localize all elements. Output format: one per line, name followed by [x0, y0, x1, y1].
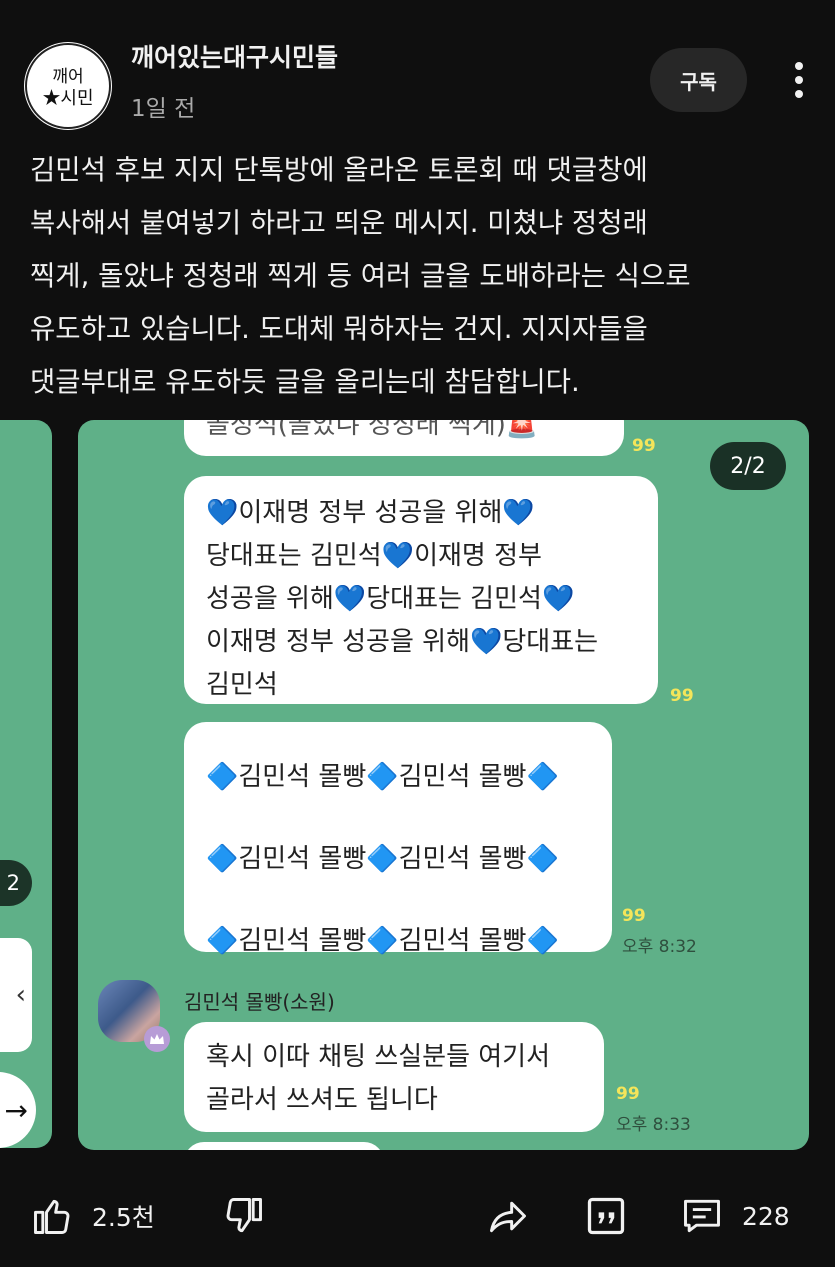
- post-text: 김민석 후보 지지 단톡방에 올라온 토론회 때 댓글창에 복사해서 붙여넣기 …: [30, 154, 691, 398]
- like-count: 2.5천: [92, 1203, 155, 1232]
- chat-bubble: 💙이재명 정부 성공을 위해💙 당대표는 김민석💙이재명 정부 성공을 위해💙당…: [184, 476, 658, 704]
- chat-bubble-partial: [184, 1142, 384, 1150]
- action-bar: 2.5천 228: [0, 1170, 835, 1267]
- carousel-prev-slide[interactable]: 2 ‹ →: [0, 420, 52, 1148]
- sender-name: 김민석 몰빵(소원): [184, 990, 335, 1014]
- comment-count: 228: [742, 1201, 790, 1231]
- arrow-right-icon[interactable]: →: [0, 1072, 36, 1148]
- subscribe-button[interactable]: 구독: [650, 48, 747, 112]
- comment-button[interactable]: 228: [680, 1194, 790, 1238]
- channel-logo: 깨어 ★시민: [25, 43, 111, 129]
- channel-name[interactable]: 깨어있는대구시민들: [131, 38, 338, 74]
- message-time: 오후 8:33: [616, 1115, 691, 1135]
- share-button[interactable]: [486, 1194, 530, 1238]
- read-count: 99: [670, 686, 694, 706]
- carousel-slide[interactable]: 돌정석(돌았냐 정청래 찍게)🚨 99 2/2 💙이재명 정부 성공을 위해💙 …: [78, 420, 809, 1150]
- crown-icon: [144, 1026, 170, 1052]
- more-vert-icon[interactable]: [784, 58, 814, 102]
- quote-icon: [587, 1197, 625, 1235]
- chat-bubble: 돌정석(돌았냐 정청래 찍게)🚨: [184, 420, 624, 456]
- svg-text:★시민: ★시민: [42, 88, 93, 109]
- comment-icon: [684, 1199, 720, 1233]
- chevron-left-icon: ‹: [0, 938, 32, 1052]
- svg-text:깨어: 깨어: [52, 67, 83, 87]
- read-count: 99: [622, 906, 646, 926]
- thumbs-up-icon: [34, 1199, 70, 1234]
- chat-bubble: 혹시 이따 채팅 쓰실분들 여기서 골라서 쓰셔도 됩니다: [184, 1022, 604, 1132]
- message-time: 오후 8:32: [622, 937, 697, 957]
- dislike-button[interactable]: [222, 1194, 266, 1238]
- channel-avatar[interactable]: 깨어 ★시민: [24, 42, 112, 130]
- like-button[interactable]: 2.5천: [30, 1194, 155, 1238]
- read-count: 99: [616, 1084, 640, 1104]
- share-icon: [490, 1201, 526, 1233]
- prev-slide-counter: 2: [0, 860, 32, 906]
- post-time: 1일 전: [131, 96, 196, 122]
- slide-counter: 2/2: [710, 442, 786, 490]
- thumbs-down-icon: [226, 1198, 262, 1233]
- quote-button[interactable]: [584, 1194, 628, 1238]
- read-count: 99: [632, 436, 656, 456]
- chat-bubble: 🔷김민석 몰빵🔷김민석 몰빵🔷 🔷김민석 몰빵🔷김민석 몰빵🔷 🔷김민석 몰빵🔷…: [184, 722, 612, 956]
